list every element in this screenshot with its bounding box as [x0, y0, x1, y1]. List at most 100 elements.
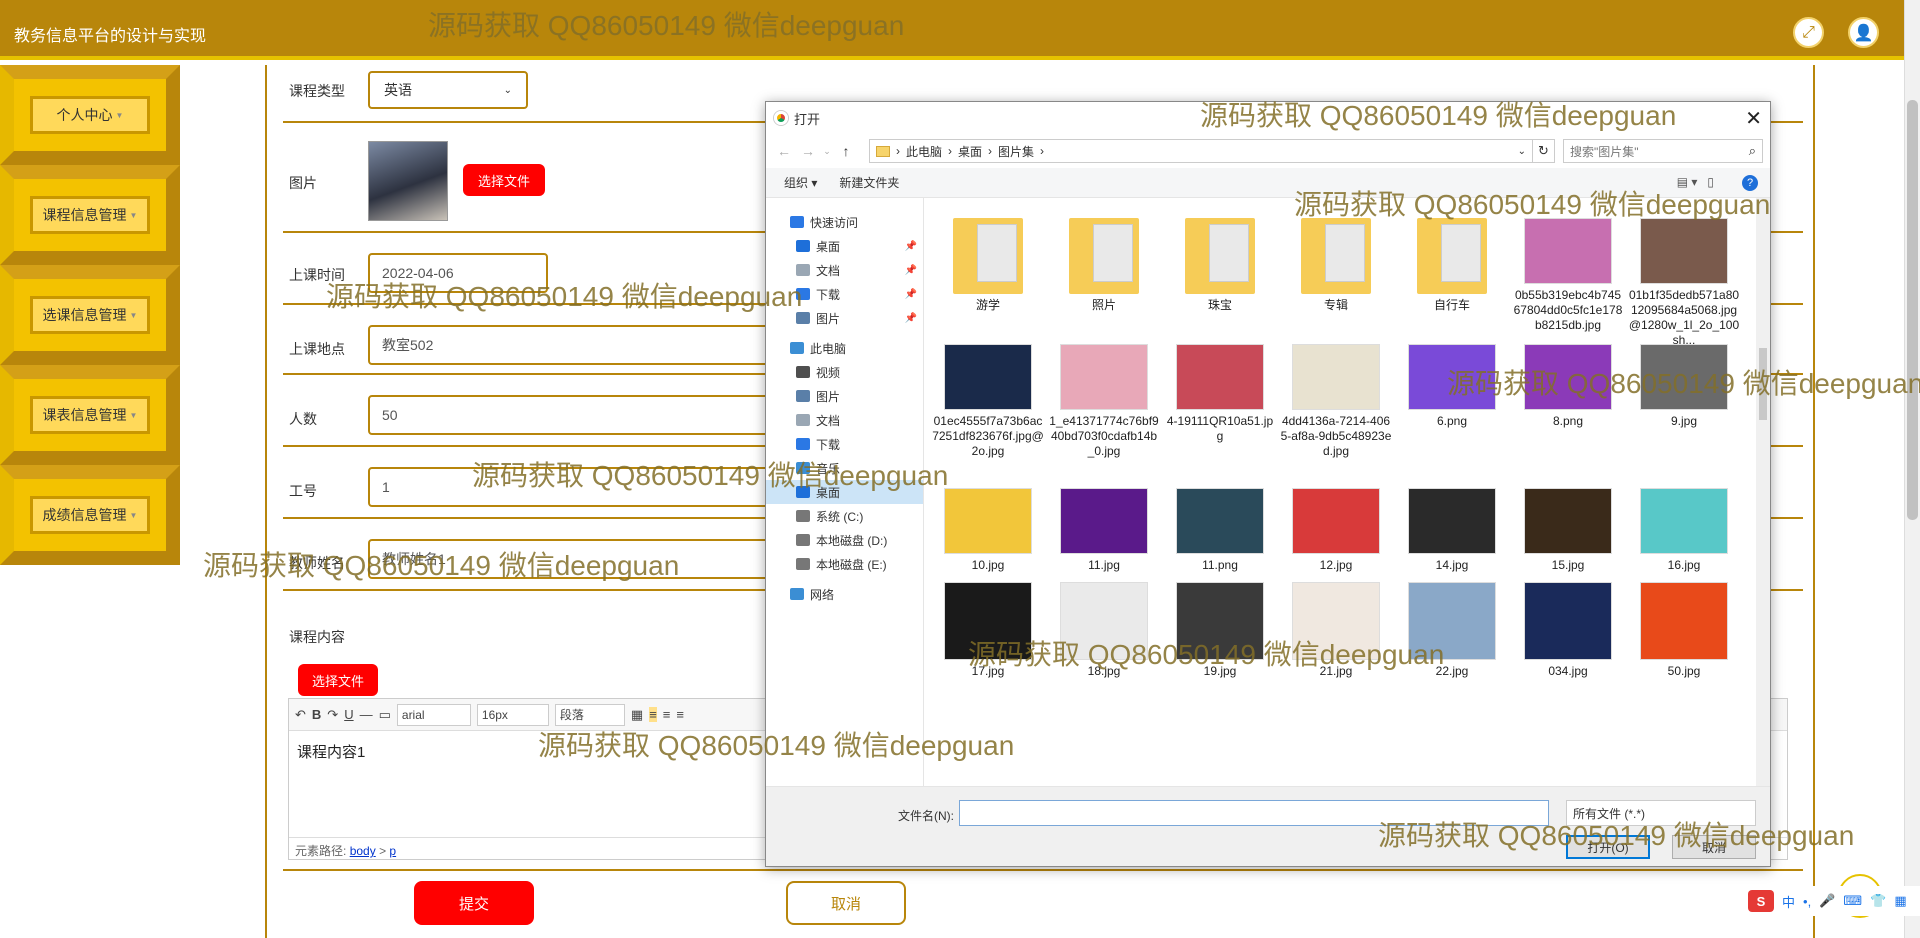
choose-image-button[interactable]: 选择文件 — [463, 164, 545, 196]
font-family-select[interactable]: arial — [396, 703, 471, 726]
horizontal-rule-icon[interactable]: — — [360, 707, 373, 722]
file-type-select[interactable]: 所有文件 (*.*) — [1566, 800, 1756, 826]
file-item[interactable]: 1_e41371774c76bf940bd703f0cdafb14b_0.jpg — [1048, 344, 1160, 459]
nav-item[interactable]: 网络 — [766, 582, 923, 606]
page-scrollbar[interactable] — [1904, 0, 1920, 938]
file-item[interactable]: 50.jpg — [1628, 582, 1740, 679]
file-item[interactable]: 11.png — [1164, 488, 1276, 573]
course-type-select[interactable]: 英语 ⌄ — [368, 71, 528, 109]
file-item[interactable]: 12.jpg — [1280, 488, 1392, 573]
file-item[interactable]: 6.png — [1396, 344, 1508, 429]
recent-chevron-icon[interactable]: ⌄ — [820, 146, 834, 157]
folder-item[interactable]: 照片 — [1048, 218, 1160, 313]
up-icon[interactable]: ↑ — [834, 143, 858, 159]
nav-item[interactable]: 文档 — [766, 408, 923, 432]
file-item[interactable]: 01ec4555f7a73b6ac7251df823676f.jpg@2o.jp… — [932, 344, 1044, 459]
align-left-icon[interactable]: ≡ — [649, 707, 657, 722]
nav-item[interactable]: 桌面 — [766, 480, 923, 504]
underline-icon[interactable]: U — [344, 707, 353, 722]
file-item[interactable]: 14.jpg — [1396, 488, 1508, 573]
address-bar[interactable]: › 此电脑 › 桌面 › 图片集 › ⌄ — [869, 139, 1533, 163]
nav-item[interactable]: 下载 — [766, 432, 923, 456]
sogou-icon[interactable]: S — [1748, 890, 1774, 912]
path-segment[interactable]: 此电脑 — [906, 143, 942, 160]
close-icon[interactable]: ✕ — [1745, 106, 1762, 131]
nav-item[interactable]: 音乐 — [766, 456, 923, 480]
file-list-scrollbar-thumb[interactable] — [1759, 348, 1767, 420]
sidebar-item-grades[interactable]: 成绩信息管理 ▼ — [0, 465, 180, 565]
search-input[interactable]: 搜索"图片集" ⌕ — [1563, 139, 1763, 163]
table-icon[interactable]: ▦ — [631, 707, 643, 723]
dialog-cancel-button[interactable]: 取消 — [1672, 835, 1756, 859]
microphone-icon[interactable]: 🎤 — [1819, 893, 1835, 909]
submit-button[interactable]: 提交 — [414, 881, 534, 925]
file-item[interactable]: 034.jpg — [1512, 582, 1624, 679]
nav-item[interactable]: 桌面 📌 — [766, 234, 923, 258]
time-input[interactable]: 2022-04-06 — [368, 253, 548, 293]
file-item[interactable]: 22.jpg — [1396, 582, 1508, 679]
ime-punctuation[interactable]: •, — [1803, 894, 1811, 909]
nav-item[interactable]: 文档 📌 — [766, 258, 923, 282]
path-p-link[interactable]: p — [389, 844, 396, 858]
chevron-down-icon[interactable]: ⌄ — [1518, 146, 1526, 157]
file-item[interactable]: 0b55b319ebc4b74567804dd0c5fc1e178b8215db… — [1512, 218, 1624, 333]
folder-item[interactable]: 游学 — [932, 218, 1044, 313]
cancel-button[interactable]: 取消 — [786, 881, 906, 925]
new-folder-button[interactable]: 新建文件夹 — [839, 174, 899, 191]
undo-icon[interactable]: ↶ — [295, 707, 306, 723]
filename-input[interactable] — [959, 800, 1549, 826]
nav-item[interactable]: 本地磁盘 (D:) — [766, 528, 923, 552]
file-item[interactable]: 21.jpg — [1280, 582, 1392, 679]
open-button[interactable]: 打开(O) — [1566, 835, 1650, 859]
nav-item[interactable]: 本地磁盘 (E:) — [766, 552, 923, 576]
keyboard-icon[interactable]: ⌨ — [1843, 893, 1862, 909]
page-scrollbar-thumb[interactable] — [1907, 100, 1918, 520]
file-list-scrollbar[interactable] — [1756, 198, 1770, 788]
sidebar-item-course-info[interactable]: 课程信息管理 ▼ — [0, 165, 180, 265]
file-item[interactable]: 16.jpg — [1628, 488, 1740, 573]
sidebar-item-timetable[interactable]: 课表信息管理 ▼ — [0, 365, 180, 465]
file-open-dialog[interactable]: 打开 ✕ ← → ⌄ ↑ › 此电脑 › 桌面 › 图片集 › ⌄ ↻ 搜索"图… — [765, 101, 1771, 867]
path-segment[interactable]: 图片集 — [998, 143, 1034, 160]
folder-item[interactable]: 自行车 — [1396, 218, 1508, 313]
align-right-icon[interactable]: ≡ — [676, 707, 684, 722]
folder-item[interactable]: 珠宝 — [1164, 218, 1276, 313]
paragraph-select[interactable]: 段落 — [554, 703, 625, 726]
nav-item[interactable]: 视频 — [766, 360, 923, 384]
ime-language[interactable]: 中 — [1782, 892, 1795, 911]
align-center-icon[interactable]: ≡ — [663, 707, 671, 722]
nav-item[interactable]: 图片 📌 — [766, 306, 923, 330]
skin-icon[interactable]: 👕 — [1870, 893, 1886, 909]
nav-item[interactable]: 快速访问 — [766, 210, 923, 234]
page-icon[interactable]: ▭ — [379, 707, 391, 723]
redo-icon[interactable]: ↷ — [327, 707, 338, 723]
nav-item[interactable]: 系统 (C:) — [766, 504, 923, 528]
file-item[interactable]: 19.jpg — [1164, 582, 1276, 679]
sidebar-item-course-selection[interactable]: 选课信息管理 ▼ — [0, 265, 180, 365]
refresh-icon[interactable]: ↻ — [1533, 139, 1555, 163]
file-item[interactable]: 4-19111QR10a51.jpg — [1164, 344, 1276, 444]
sidebar-item-personal-center[interactable]: 个人中心 ▼ — [0, 65, 180, 165]
bold-icon[interactable]: B — [312, 707, 321, 722]
view-options-icon[interactable]: ▤ ▾ ▯ — [1677, 175, 1714, 189]
fullscreen-icon[interactable]: ⤢ — [1793, 17, 1824, 48]
path-segment[interactable]: 桌面 — [958, 143, 982, 160]
folder-item[interactable]: 专辑 — [1280, 218, 1392, 313]
file-item[interactable]: 18.jpg — [1048, 582, 1160, 679]
back-icon[interactable]: ← — [772, 143, 796, 159]
user-icon[interactable]: 👤 — [1848, 17, 1879, 48]
file-item[interactable]: 8.png — [1512, 344, 1624, 429]
path-body-link[interactable]: body — [350, 844, 376, 858]
choose-content-file-button[interactable]: 选择文件 — [298, 664, 378, 696]
file-item[interactable]: 11.jpg — [1048, 488, 1160, 573]
help-icon[interactable]: ? — [1742, 175, 1758, 191]
file-item[interactable]: 01b1f35dedb571a8012095684a5068.jpg@1280w… — [1628, 218, 1740, 348]
grid-icon[interactable]: ▦ — [1894, 893, 1906, 909]
font-size-select[interactable]: 16px — [476, 703, 549, 726]
file-item[interactable]: 15.jpg — [1512, 488, 1624, 573]
forward-icon[interactable]: → — [796, 143, 820, 159]
ime-toolbar[interactable]: S 中 •, 🎤 ⌨ 👕 ▦ — [1742, 886, 1920, 916]
file-item[interactable]: 10.jpg — [932, 488, 1044, 573]
file-item[interactable]: 4dd4136a-7214-4065-af8a-9db5c48923ed.jpg — [1280, 344, 1392, 459]
file-item[interactable]: 9.jpg — [1628, 344, 1740, 429]
